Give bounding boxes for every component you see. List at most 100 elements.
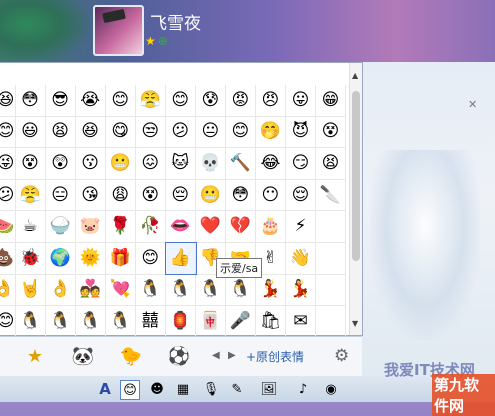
emoji-cell[interactable]: 🎁 <box>106 242 136 274</box>
emoji-cell[interactable]: 🍚 <box>46 211 76 242</box>
emoji-cell[interactable] <box>316 211 347 242</box>
emoji-cell[interactable]: 🐧 <box>196 274 226 306</box>
emoji-cell[interactable]: 😵 <box>16 148 46 179</box>
emoji-cell[interactable]: 😡 <box>226 85 256 116</box>
emoji-cell[interactable]: 😈 <box>286 116 316 148</box>
emoji-cell[interactable]: 😒 <box>136 116 166 148</box>
emoji-cell[interactable]: 🥀 <box>136 211 166 242</box>
scrollbar[interactable]: ▲ ▼ <box>349 63 362 335</box>
emoji-cell[interactable]: 💀 <box>196 148 226 179</box>
tab-animal[interactable]: 🐼 <box>70 343 96 369</box>
scroll-up-icon[interactable]: ▲ <box>352 71 358 80</box>
emoji-cell[interactable]: 😊 <box>136 242 166 274</box>
emoji-cell[interactable]: 😁 <box>316 85 347 116</box>
emoji-cell[interactable]: 🌍 <box>46 242 76 274</box>
emoji-cell[interactable]: 😆 <box>0 85 16 116</box>
emoji-cell[interactable]: ☕ <box>16 211 46 242</box>
emoji-cell[interactable]: 🐧 <box>46 306 76 337</box>
emoji-cell[interactable]: 🎂 <box>256 211 286 242</box>
emoji-cell[interactable]: 😊 <box>106 85 136 116</box>
emoji-cell[interactable]: 😋 <box>106 116 136 148</box>
emoji-cell[interactable]: 😕 <box>166 116 196 148</box>
emoji-cell[interactable]: 😊 <box>226 116 256 148</box>
emoji-cell[interactable]: 😠 <box>256 85 286 116</box>
emoji-cell[interactable]: 😊 <box>0 306 16 337</box>
emoji-cell[interactable]: 🐞 <box>16 242 46 274</box>
emoji-cell[interactable]: 😕 <box>0 179 16 211</box>
emoji-cell[interactable]: 😘 <box>76 179 106 211</box>
emoji-cell[interactable]: 😏 <box>286 148 316 179</box>
emoji-cell[interactable]: 🏮 <box>166 306 196 337</box>
emoji-cell[interactable]: 👍 <box>164 241 197 275</box>
emoji-cell[interactable]: 😫 <box>316 148 347 179</box>
avatar[interactable] <box>93 5 144 56</box>
tab-ball[interactable]: ⚽ <box>166 343 192 369</box>
emoji-cell[interactable]: 🐧 <box>136 274 166 306</box>
emoji-cell[interactable]: 👌 <box>46 274 76 306</box>
emoji-cell[interactable]: 囍 <box>136 306 166 337</box>
emoji-cell[interactable]: 😶 <box>256 179 286 211</box>
emoji-cell[interactable]: 😊 <box>166 85 196 116</box>
emoji-cell[interactable]: 🤭 <box>256 116 286 148</box>
video-icon[interactable]: ▦ <box>174 380 192 398</box>
emoji-cell[interactable]: 👌 <box>0 274 16 306</box>
emoji-cell[interactable]: 👄 <box>166 211 196 242</box>
emoji-cell[interactable]: 🛍 <box>256 306 286 337</box>
emoji-cell[interactable]: 😔 <box>166 179 196 211</box>
emoji-cell[interactable]: 😛 <box>286 85 316 116</box>
emoji-cell[interactable]: 💑 <box>76 274 106 306</box>
emoji-cell[interactable]: ⚡ <box>286 211 316 242</box>
emoji-cell[interactable]: 😳 <box>226 179 256 211</box>
emoji-cell[interactable]: 💃 <box>286 274 316 306</box>
emoji-cell[interactable]: ✉ <box>286 306 316 337</box>
emoji-cell[interactable]: 😲 <box>46 148 76 179</box>
emoji-cell[interactable]: 😫 <box>46 116 76 148</box>
tab-prev-icon[interactable]: ◀ <box>212 350 220 361</box>
emoji-cell[interactable]: 😂 <box>256 148 286 179</box>
emoji-cell[interactable]: 🍉 <box>0 211 16 242</box>
emoji-cell[interactable]: 😌 <box>286 179 316 211</box>
emoji-cell[interactable]: 🐧 <box>226 274 256 306</box>
emoji-cell[interactable]: 🤘 <box>16 274 46 306</box>
add-custom-emoji[interactable]: +原创表情 <box>246 348 304 365</box>
emoji-cell[interactable]: 🐷 <box>76 211 106 242</box>
voice-icon[interactable]: 🎙 <box>202 380 220 398</box>
emoji-cell[interactable]: 😵 <box>316 116 347 148</box>
emoji-cell[interactable]: 😗 <box>76 148 106 179</box>
emoji-cell[interactable]: 😃 <box>16 116 46 148</box>
emoji-cell[interactable]: 😵 <box>136 179 166 211</box>
emoji-cell[interactable] <box>316 306 347 337</box>
emoji-cell[interactable]: 💔 <box>226 211 256 242</box>
star-icon[interactable]: ★ <box>145 34 156 48</box>
emoji-cell[interactable] <box>316 242 347 274</box>
emoji-cell[interactable]: 😤 <box>136 85 166 116</box>
emoji-cell[interactable]: 💘 <box>106 274 136 306</box>
emoji-cell[interactable]: 😆 <box>76 116 106 148</box>
emoji-cell[interactable]: 🐧 <box>16 306 46 337</box>
music-icon[interactable]: ♪ <box>294 380 312 398</box>
emoji-cell[interactable]: 💩 <box>0 242 16 274</box>
emoji-cell[interactable]: 😑 <box>46 179 76 211</box>
emoji-cell[interactable]: 😭 <box>76 85 106 116</box>
screenshot-icon[interactable]: ✎ <box>228 380 246 398</box>
emoji-button[interactable]: 😊 <box>120 380 140 400</box>
tab-default[interactable]: ★ <box>22 343 48 369</box>
gear-icon[interactable]: ⚙ <box>334 346 354 366</box>
emoji-cell[interactable]: 🐧 <box>76 306 106 337</box>
image-icon[interactable]: 🖼 <box>260 380 278 398</box>
emoji-cell[interactable]: 🐧 <box>106 306 136 337</box>
emoji-cell[interactable]: 😐 <box>196 116 226 148</box>
emoji-cell[interactable]: 🌹 <box>106 211 136 242</box>
emoji-cell[interactable]: 😰 <box>196 85 226 116</box>
emoji-cell[interactable]: 😬 <box>196 179 226 211</box>
emoji-cell[interactable]: 😩 <box>106 179 136 211</box>
emoji-cell[interactable]: 💃 <box>256 274 286 306</box>
emoji-cell[interactable]: 😳 <box>16 85 46 116</box>
emoji-cell[interactable]: 🐧 <box>166 274 196 306</box>
close-icon[interactable]: ✕ <box>468 98 477 111</box>
emoji-cell[interactable]: 😬 <box>106 148 136 179</box>
emoji-cell[interactable]: 🀄 <box>196 306 226 337</box>
emoji-cell[interactable]: 🔨 <box>226 148 256 179</box>
scroll-thumb[interactable] <box>352 91 360 261</box>
emoji-cell[interactable] <box>316 274 347 306</box>
